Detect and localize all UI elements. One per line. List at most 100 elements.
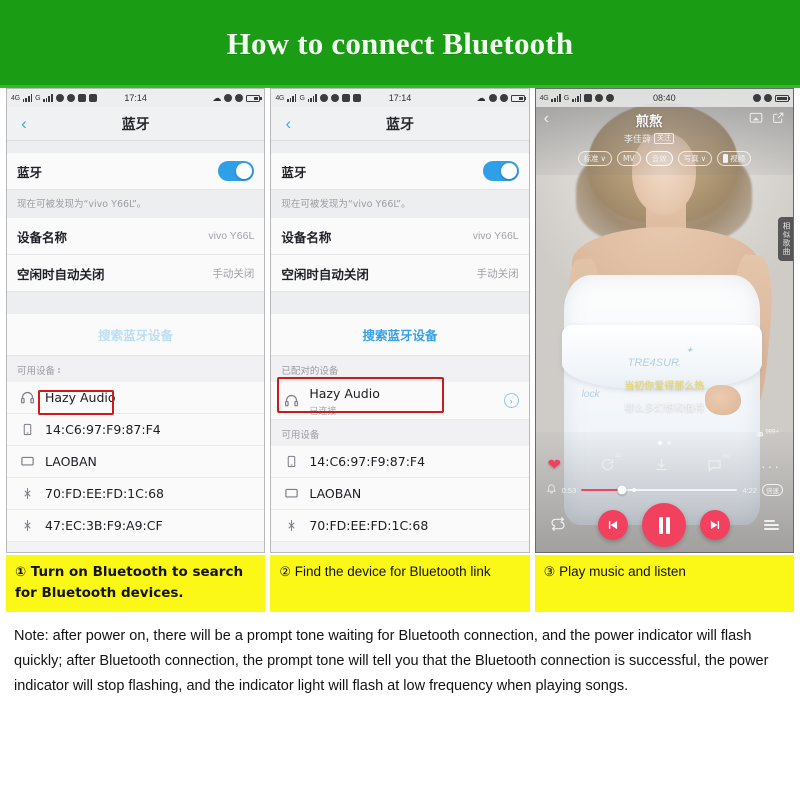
caption-step1: ① Turn on Bluetooth to search for Blueto… [6, 555, 266, 613]
music-player: TRE4SUR lock ✦ 4G G 08:40 ‹ 煎熬 李佳薛 关注 标准… [535, 89, 793, 552]
step-number: ③ [543, 564, 556, 579]
playlist-button[interactable] [763, 520, 779, 530]
device-status: 已连接 [309, 405, 337, 416]
status-bar-clock: 08:40 [653, 93, 676, 103]
chevron-down-icon: ∨ [600, 154, 607, 163]
bell-icon[interactable] [546, 483, 557, 497]
device-list-item[interactable]: Hazy Audio [7, 382, 265, 414]
auto-off-row[interactable]: 空闲时自动关闭 手动关闭 [7, 255, 265, 292]
caption-text: Find the device for Bluetooth link [294, 564, 491, 579]
caption-text: Play music and listen [559, 564, 686, 579]
comment-icon[interactable]: 3w [707, 454, 729, 474]
chip-label: 写真 [683, 154, 699, 163]
playlist-icon [763, 520, 779, 530]
share-icon[interactable] [772, 111, 785, 127]
chevron-right-icon[interactable]: › [503, 393, 519, 408]
page-dot [666, 441, 671, 445]
device-name-row[interactable]: 设备名称 vivo Y66L [271, 218, 529, 255]
device-name-row[interactable]: 设备名称 vivo Y66L [7, 218, 265, 255]
search-bluetooth-devices-button[interactable]: 搜索蓝牙设备 [271, 314, 529, 356]
recommend-badge: 32 [615, 453, 622, 459]
bluetooth-icon [281, 516, 301, 536]
playback-speed-button[interactable]: 倍速 [761, 484, 783, 496]
battery-icon [774, 94, 791, 102]
settings-navbar: ‹ 蓝牙 [271, 107, 529, 141]
device-list-item[interactable]: 70:FD:EE:FD:1C:68 [7, 478, 265, 510]
device-list-item[interactable]: 14:C6:97:F9:87:F4 [271, 446, 529, 478]
cast-icon[interactable] [749, 112, 763, 127]
bluetooth-toggle[interactable] [482, 161, 519, 181]
bluetooth-toggle-row[interactable]: 蓝牙 [7, 153, 265, 190]
page-dot-active [657, 441, 662, 445]
device-name: 70:FD:EE:FD:1C:68 [45, 486, 164, 501]
repeat-icon[interactable] [550, 516, 566, 535]
auto-off-label: 空闲时自动关闭 [281, 266, 369, 282]
song-title: 煎熬 [635, 114, 663, 130]
pause-icon [658, 516, 671, 534]
player-title-block: 煎熬 李佳薛 关注 [549, 110, 749, 145]
device-list-item[interactable]: LAOBAN [7, 446, 265, 478]
follow-button[interactable]: 关注 [653, 133, 674, 144]
paired-devices-header: 已配对的设备 [271, 356, 529, 382]
chip-video[interactable]: 视频 [717, 151, 752, 166]
more-dots-icon[interactable]: ··· [761, 459, 781, 473]
gift-count: 999+ [765, 429, 779, 436]
device-name-value: vivo Y66L [208, 230, 255, 242]
section-gap-2 [271, 292, 529, 314]
paired-device-item[interactable]: Hazy Audio 已连接 › [271, 382, 529, 420]
device-name: 14:C6:97:F9:87:F4 [45, 422, 161, 437]
headphones-icon [281, 391, 301, 411]
total-time: 4:22 [742, 485, 757, 495]
device-name: 14:C6:97:F9:87:F4 [309, 454, 426, 469]
status-bar: 4G G 17:14 ☁ [7, 89, 265, 107]
step-number: ① [15, 565, 27, 580]
device-name: 70:FD:EE:FD:1C:68 [309, 518, 429, 533]
progress-slider[interactable] [581, 485, 738, 495]
bluetooth-toggle-row[interactable]: 蓝牙 [271, 153, 529, 190]
auto-off-row[interactable]: 空闲时自动关闭 手动关闭 [271, 255, 529, 292]
chip-sound-effect[interactable]: 音效 [645, 151, 673, 166]
bluetooth-toggle[interactable] [218, 161, 255, 181]
device-name-value: vivo Y66L [472, 230, 519, 242]
next-button[interactable] [700, 510, 731, 540]
bottom-note: Note: after power on, there will be a pr… [14, 628, 769, 694]
artist-name: 李佳薛 [623, 135, 651, 145]
battery-icon [246, 94, 262, 102]
search-bluetooth-devices-button[interactable]: 搜索蓝牙设备 [7, 314, 265, 356]
refresh-circle-icon[interactable]: 32 [600, 453, 622, 474]
chip-mv[interactable]: MV [617, 151, 641, 166]
player-seek-row: 0:53 4:22 倍速 [536, 483, 793, 497]
device-list-item[interactable]: 70:FD:EE:FD:1C:68 [271, 510, 529, 542]
similar-songs-tab[interactable]: 相似歌曲 [778, 217, 793, 261]
caption-row: ① Turn on Bluetooth to search for Blueto… [0, 555, 800, 613]
available-devices-label: 可用设备 [281, 430, 320, 441]
chip-label: 视频 [730, 154, 746, 163]
video-pill-icon [723, 154, 729, 163]
device-list-item[interactable]: 47:EC:3B:F9:A9:CF [7, 510, 265, 542]
device-list-item[interactable]: 14:C6:97:F9:87:F4 [7, 414, 265, 446]
back-button[interactable]: ‹ [544, 111, 549, 127]
chip-standard[interactable]: 标准 ∨ [577, 151, 613, 166]
heart-icon[interactable]: ❤ [548, 457, 561, 474]
previous-button[interactable] [598, 510, 629, 540]
settings-navbar: ‹ 蓝牙 [7, 107, 265, 141]
play-pause-button[interactable] [642, 503, 687, 547]
discoverable-note: 现在可被发现为“vivo Y66L”。 [7, 190, 265, 218]
available-devices-header: 可用设备 [7, 356, 265, 382]
section-gap [7, 141, 265, 153]
slider-handle[interactable] [617, 485, 627, 495]
bluetooth-label: 蓝牙 [17, 164, 43, 180]
status-bar-clock: 17:14 [124, 93, 147, 103]
download-icon[interactable] [654, 457, 669, 474]
chip-photos[interactable]: 写真 ∨ [677, 151, 713, 166]
available-devices-header: 可用设备 [271, 420, 529, 446]
device-list-item[interactable]: LAOBAN [271, 478, 529, 510]
page-header: How to connect Bluetooth [0, 0, 800, 88]
lyrics-overlay: 当初你爱得那么热 哪么多幻想和值得 [536, 377, 793, 414]
navbar-title: 蓝牙 [385, 116, 414, 133]
section-gap [271, 141, 529, 153]
phone-icon [281, 452, 301, 472]
headphones-icon [17, 388, 37, 408]
status-bar: 4G G 08:40 [535, 89, 793, 107]
phone-screenshot-step1: 4G G 17:14 ☁ ‹ 蓝牙 蓝牙 现在可被发现为“vivo Y66L”。… [6, 88, 266, 553]
